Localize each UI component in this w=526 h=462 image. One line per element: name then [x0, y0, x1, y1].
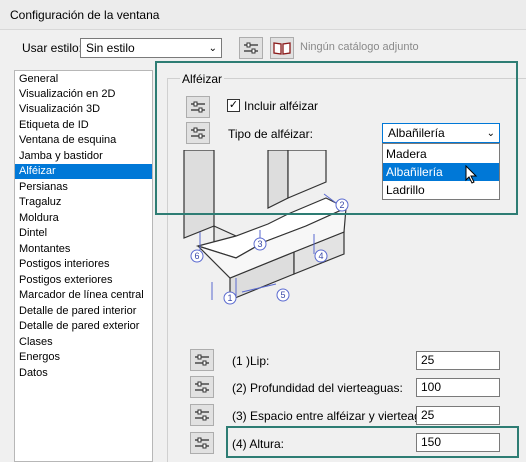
sidebar-item-exterior-wall-detail[interactable]: Detalle de pared exterior	[15, 319, 152, 334]
sidebar-item-jamb-sash[interactable]: Jamba y bastidor	[15, 149, 152, 164]
sidebar-item-trim[interactable]: Moldura	[15, 211, 152, 226]
sliders-icon	[244, 42, 258, 54]
drip-depth-label: (2) Profundidad del vierteaguas:	[232, 381, 403, 395]
sidebar-item-corner-window[interactable]: Ventana de esquina	[15, 133, 152, 148]
callout-6: 6	[194, 251, 199, 261]
catalog-hint: Ningún catálogo adjunto	[300, 41, 419, 53]
sidebar-item-data[interactable]: Datos	[15, 366, 152, 381]
lip-settings-button[interactable]	[190, 349, 214, 371]
highlight-height-row	[226, 426, 519, 458]
drip-depth-settings-button[interactable]	[190, 376, 214, 398]
sidebar-item-lintel[interactable]: Dintel	[15, 226, 152, 241]
callout-3: 3	[257, 239, 262, 249]
lip-input[interactable]: 25	[416, 351, 500, 370]
sidebar-item-id-label[interactable]: Etiqueta de ID	[15, 118, 152, 133]
catalog-button[interactable]	[270, 37, 294, 59]
sidebar-item-skylight[interactable]: Tragaluz	[15, 195, 152, 210]
sidebar-item-mullions[interactable]: Montantes	[15, 242, 152, 257]
sidebar-item-sill[interactable]: Alféizar	[15, 164, 152, 179]
sidebar-item-blinds[interactable]: Persianas	[15, 180, 152, 195]
style-label: Usar estilo:	[22, 41, 83, 55]
sliders-icon	[195, 437, 209, 449]
sidebar-item-energos[interactable]: Energos	[15, 350, 152, 365]
sidebar-item-3d[interactable]: Visualización 3D	[15, 102, 152, 117]
sliders-icon	[195, 409, 209, 421]
sidebar-item-classes[interactable]: Clases	[15, 335, 152, 350]
height-settings-button[interactable]	[190, 432, 214, 454]
lip-label: (1 )Lip:	[232, 354, 270, 368]
drip-depth-input[interactable]: 100	[416, 378, 500, 397]
style-settings-button[interactable]	[239, 37, 263, 59]
sill-gap-settings-button[interactable]	[190, 404, 214, 426]
sliders-icon	[195, 354, 209, 366]
sidebar-item-interior-shutters[interactable]: Postigos interiores	[15, 257, 152, 272]
sill-gap-label: (3) Espacio entre alféizar y vierteaguas…	[232, 409, 444, 423]
callout-1: 1	[227, 293, 232, 303]
sill-gap-input[interactable]: 25	[416, 406, 500, 425]
style-select[interactable]: Sin estilo ⌄	[80, 38, 222, 58]
window-titlebar: Configuración de la ventana	[0, 0, 526, 30]
callout-4: 4	[318, 251, 323, 261]
highlight-sill-options	[155, 61, 518, 215]
sidebar-item-interior-wall-detail[interactable]: Detalle de pared interior	[15, 304, 152, 319]
category-list[interactable]: General Visualización en 2D Visualizació…	[14, 70, 153, 462]
sliders-icon	[195, 381, 209, 393]
chevron-down-icon: ⌄	[208, 43, 217, 54]
window-title: Configuración de la ventana	[10, 8, 160, 22]
sidebar-item-exterior-shutters[interactable]: Postigos exteriores	[15, 273, 152, 288]
sidebar-item-centerline-marker[interactable]: Marcador de línea central	[15, 288, 152, 303]
sidebar-item-general[interactable]: General	[15, 72, 152, 87]
sidebar-item-2d[interactable]: Visualización en 2D	[15, 87, 152, 102]
style-select-value: Sin estilo	[86, 41, 135, 55]
book-icon	[273, 42, 291, 55]
callout-5: 5	[280, 290, 285, 300]
